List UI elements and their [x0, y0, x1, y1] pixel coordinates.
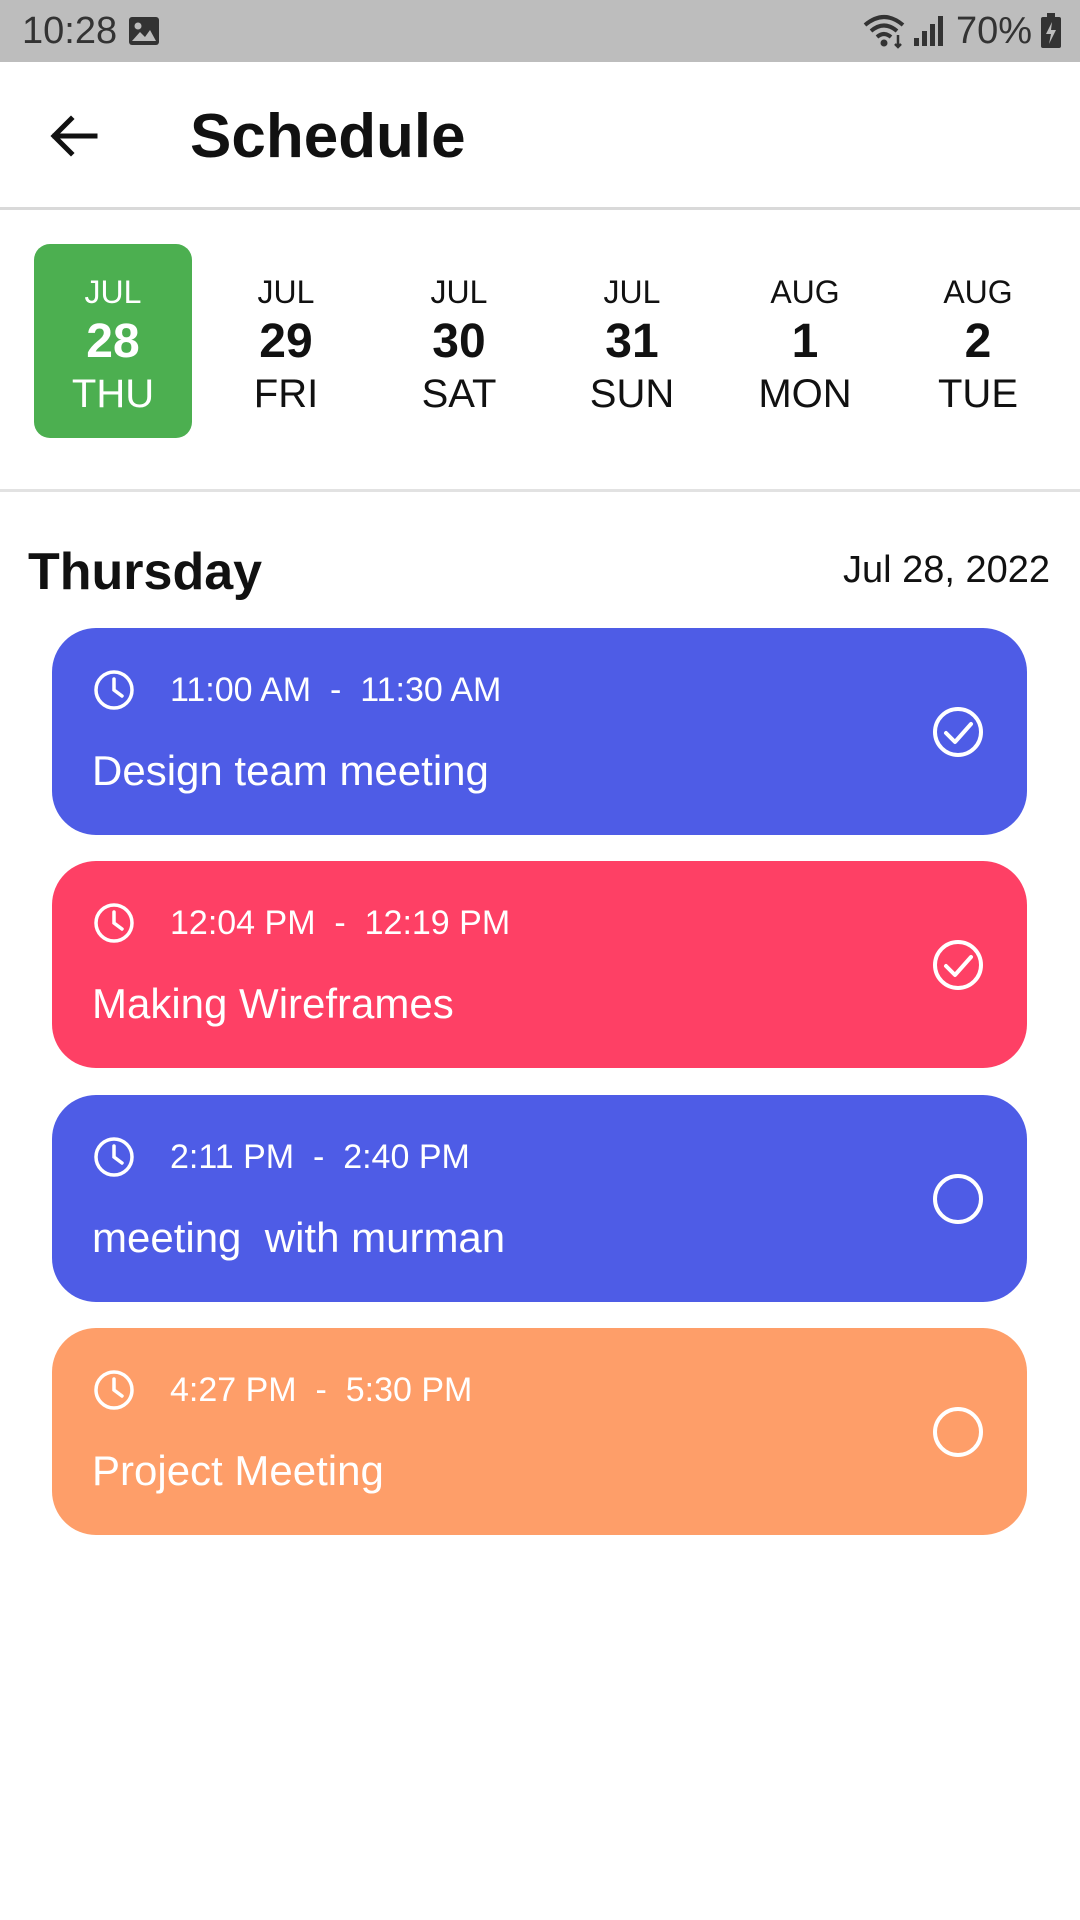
day-number: 28	[86, 315, 140, 368]
day-number: 29	[259, 315, 313, 368]
day-date: Jul 28, 2022	[842, 549, 1050, 591]
empty-circle-icon[interactable]	[931, 1405, 985, 1459]
date-strip: JUL 28 THU JUL 29 FRI JUL 30 SAT JUL 31 …	[0, 210, 1080, 492]
day-number: 2	[964, 315, 992, 368]
event-card[interactable]: 12:04 PM - 12:19 PM Making Wireframes	[52, 861, 1027, 1068]
wifi-icon	[863, 15, 905, 49]
day-heading: Thursday	[28, 543, 263, 601]
day-number: 30	[432, 315, 486, 368]
day-weekday: THU	[71, 372, 155, 416]
day-month: AUG	[943, 274, 1013, 310]
empty-circle-icon[interactable]	[931, 1172, 985, 1226]
check-circle-icon[interactable]	[931, 938, 985, 992]
event-card[interactable]: 4:27 PM - 5:30 PM Project Meeting	[52, 1328, 1027, 1535]
battery-icon	[1041, 13, 1061, 48]
event-time: 11:00 AM - 11:30 AM	[170, 671, 502, 709]
day-jul-30[interactable]: JUL 30 SAT	[380, 244, 538, 438]
event-title: Making Wireframes	[92, 980, 454, 1027]
day-month: AUG	[770, 274, 840, 310]
day-month: JUL	[430, 274, 488, 310]
arrow-left-icon	[50, 115, 98, 157]
back-button[interactable]	[38, 100, 110, 172]
day-weekday: MON	[758, 372, 852, 416]
signal-icon	[913, 16, 943, 46]
event-time: 2:11 PM - 2:40 PM	[170, 1138, 470, 1176]
event-title: Project Meeting	[92, 1447, 384, 1494]
event-card[interactable]: 2:11 PM - 2:40 PM meeting with murman	[52, 1095, 1027, 1302]
clock-icon	[94, 1137, 134, 1177]
day-weekday: FRI	[253, 372, 319, 416]
event-title: meeting with murman	[92, 1214, 506, 1261]
status-bar: 10:28 70%	[0, 0, 1080, 62]
day-number: 31	[605, 315, 659, 368]
day-aug-1[interactable]: AUG 1 MON	[726, 244, 884, 438]
day-month: JUL	[603, 274, 661, 310]
check-circle-icon[interactable]	[931, 705, 985, 759]
gallery-icon	[129, 17, 159, 45]
day-weekday: TUE	[938, 372, 1018, 416]
app-bar: Schedule	[0, 62, 1080, 210]
day-aug-2[interactable]: AUG 2 TUE	[899, 244, 1057, 438]
status-icons: 70%	[862, 10, 1062, 52]
day-jul-29[interactable]: JUL 29 FRI	[207, 244, 365, 438]
clock-icon	[94, 1370, 134, 1410]
day-month: JUL	[84, 274, 142, 310]
page-title: Schedule	[190, 102, 466, 171]
clock-icon	[94, 670, 134, 710]
day-jul-31[interactable]: JUL 31 SUN	[553, 244, 711, 438]
event-card[interactable]: 11:00 AM - 11:30 AM Design team meeting	[52, 628, 1027, 835]
event-title: Design team meeting	[92, 747, 489, 794]
day-number: 1	[791, 315, 819, 368]
day-month: JUL	[257, 274, 315, 310]
day-jul-28[interactable]: JUL 28 THU	[34, 244, 192, 438]
day-weekday: SAT	[421, 372, 497, 416]
status-time: 10:28	[22, 10, 118, 52]
event-time: 12:04 PM - 12:19 PM	[170, 904, 511, 942]
day-weekday: SUN	[589, 372, 675, 416]
clock-icon	[94, 903, 134, 943]
battery-percent: 70%	[955, 10, 1032, 52]
event-time: 4:27 PM - 5:30 PM	[170, 1371, 473, 1409]
